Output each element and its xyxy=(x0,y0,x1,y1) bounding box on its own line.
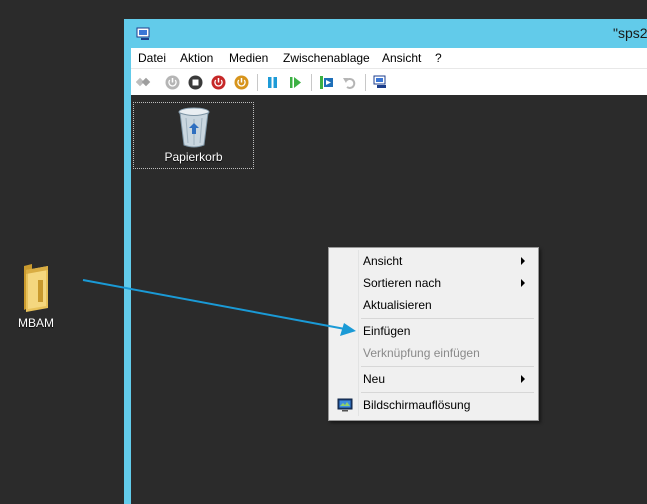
toolbar-separator xyxy=(257,74,258,91)
recycle-bin-icon xyxy=(176,106,212,148)
submenu-arrow-icon xyxy=(521,279,525,287)
menu-separator xyxy=(361,366,534,367)
menu-datei[interactable]: Datei xyxy=(138,51,166,65)
menu-zwischenablage[interactable]: Zwischenablage xyxy=(283,51,370,65)
save-icon[interactable] xyxy=(234,75,249,90)
menu-help[interactable]: ? xyxy=(435,51,442,65)
folder-icon xyxy=(20,262,52,312)
menu-medien[interactable]: Medien xyxy=(229,51,268,65)
desktop-context-menu: Ansicht Sortieren nach Aktualisieren Ein… xyxy=(328,247,539,421)
enhanced-session-icon[interactable] xyxy=(373,75,388,90)
folder-label: MBAM xyxy=(18,316,54,330)
mbam-folder-shortcut[interactable]: MBAM xyxy=(10,262,62,330)
turn-off-icon[interactable] xyxy=(188,75,203,90)
context-item-ansicht[interactable]: Ansicht xyxy=(331,250,536,272)
pause-icon[interactable] xyxy=(265,75,280,90)
toolbar-separator xyxy=(365,74,366,91)
toolbar xyxy=(131,68,647,96)
title-bar: "sps2 xyxy=(124,19,647,48)
context-item-bildschirmaufloesung[interactable]: Bildschirmauflösung xyxy=(331,394,536,416)
revert-icon[interactable] xyxy=(342,75,357,90)
context-item-neu[interactable]: Neu xyxy=(331,368,536,390)
toolbar-separator xyxy=(311,74,312,91)
context-item-label: Neu xyxy=(363,372,386,386)
resume-icon[interactable] xyxy=(288,75,303,90)
menu-separator xyxy=(361,392,534,393)
checkpoint-icon[interactable] xyxy=(319,75,334,90)
ctrl-alt-del-icon[interactable] xyxy=(136,75,151,90)
menu-bar: Datei Aktion Medien Zwischenablage Ansic… xyxy=(131,48,647,68)
menu-separator xyxy=(361,318,534,319)
submenu-arrow-icon xyxy=(521,257,525,265)
context-item-sortieren-nach[interactable]: Sortieren nach xyxy=(331,272,536,294)
context-item-label: Bildschirmauflösung xyxy=(363,398,471,412)
context-item-label: Einfügen xyxy=(363,324,411,338)
vm-connect-icon xyxy=(136,27,152,41)
start-icon[interactable] xyxy=(165,75,180,90)
shut-down-icon[interactable] xyxy=(211,75,226,90)
submenu-arrow-icon xyxy=(521,375,525,383)
context-item-label: Aktualisieren xyxy=(363,298,432,312)
context-item-label: Ansicht xyxy=(363,254,403,268)
display-settings-icon xyxy=(337,398,353,412)
menu-ansicht[interactable]: Ansicht xyxy=(382,51,421,65)
context-item-einfuegen[interactable]: Einfügen xyxy=(331,320,536,342)
context-item-label: Sortieren nach xyxy=(363,276,442,290)
recycle-bin-label: Papierkorb xyxy=(164,150,223,164)
recycle-bin-shortcut[interactable]: Papierkorb xyxy=(133,102,254,169)
context-item-verknuepfung-einfuegen: Verknüpfung einfügen xyxy=(331,342,536,364)
context-item-aktualisieren[interactable]: Aktualisieren xyxy=(331,294,536,316)
window-title: "sps2 xyxy=(613,25,647,41)
context-item-label: Verknüpfung einfügen xyxy=(363,346,480,360)
menu-aktion[interactable]: Aktion xyxy=(180,51,213,65)
